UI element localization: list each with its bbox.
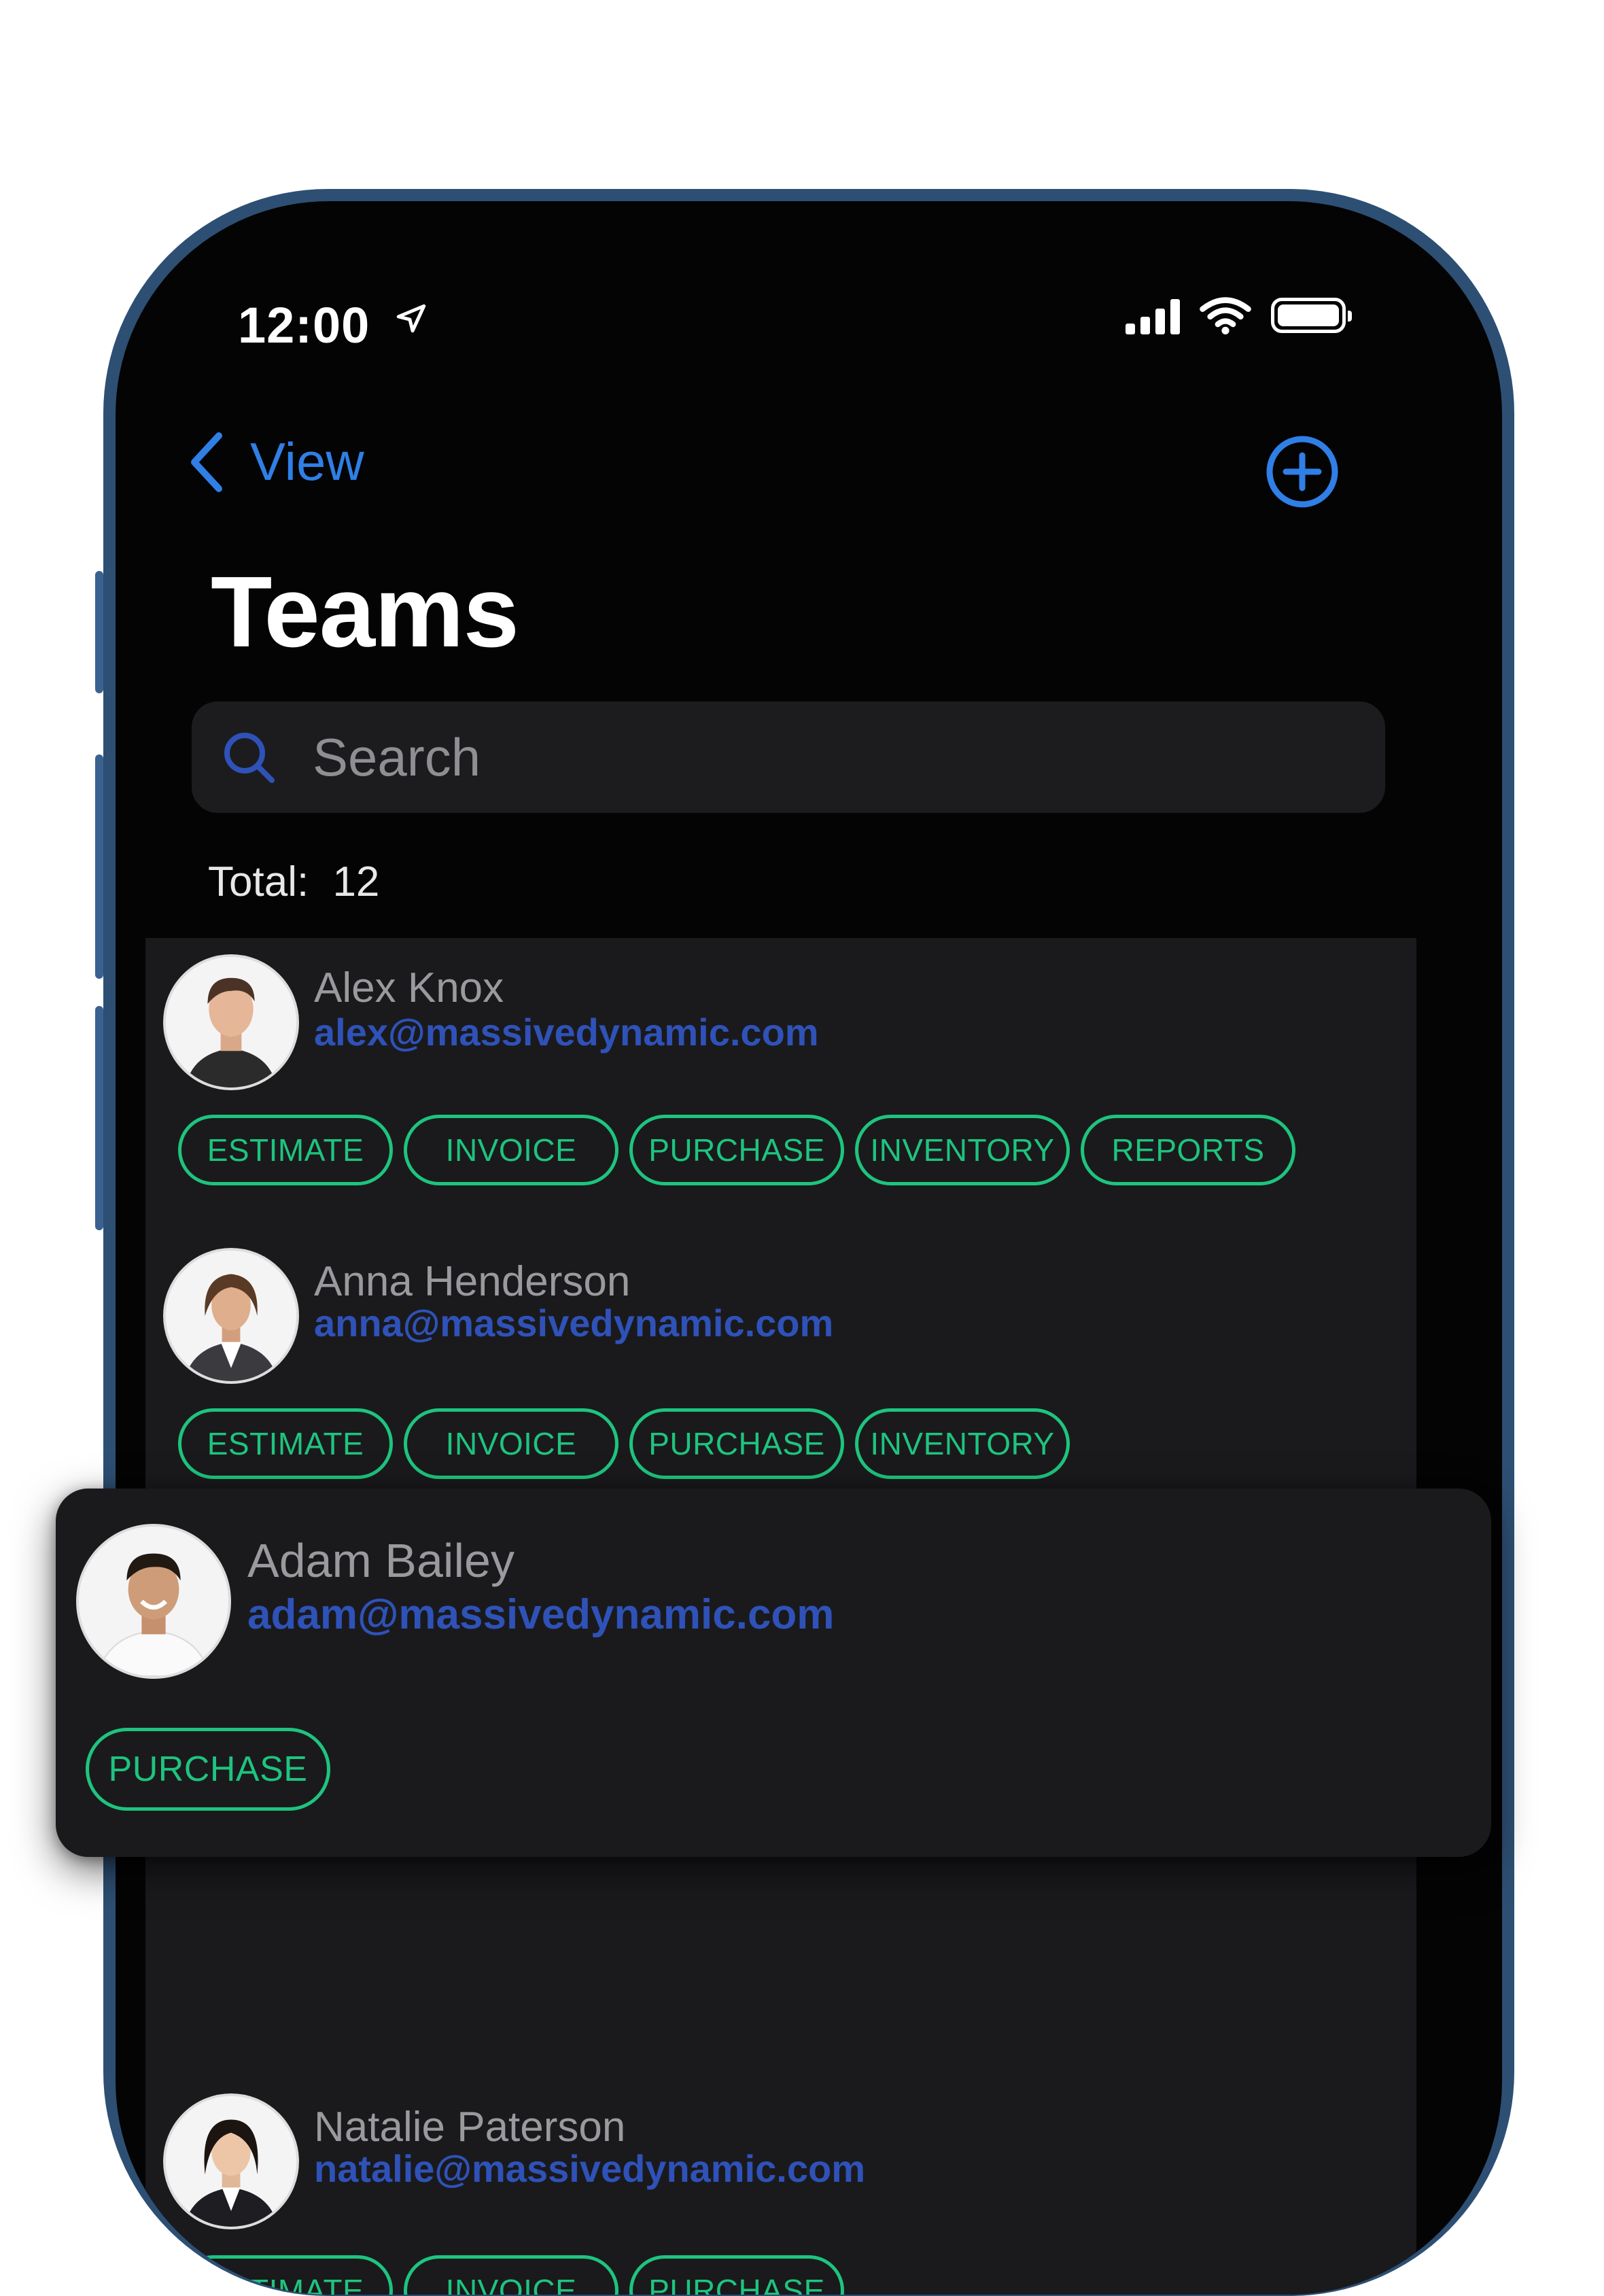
tag-purchase[interactable]: PURCHASE bbox=[86, 1728, 330, 1811]
member-email[interactable]: adam@massivedynamic.com bbox=[247, 1590, 834, 1639]
tag-purchase[interactable]: PURCHASE bbox=[629, 1408, 844, 1479]
member-email[interactable]: anna@massivedynamic.com bbox=[314, 1301, 833, 1345]
member-email[interactable]: alex@massivedynamic.com bbox=[314, 1010, 819, 1054]
member-name: Natalie Paterson bbox=[314, 2104, 626, 2151]
permission-tags: PURCHASE bbox=[86, 1728, 330, 1811]
search-bar[interactable] bbox=[192, 701, 1385, 813]
tag-estimate[interactable]: ESTIMATE bbox=[178, 1408, 393, 1479]
back-button-label: View bbox=[250, 432, 364, 491]
avatar bbox=[163, 2093, 299, 2229]
dragged-list-item[interactable]: Adam Bailey adam@massivedynamic.com PURC… bbox=[56, 1489, 1491, 1857]
phone-screen: 12:00 View Teams Total: bbox=[116, 201, 1502, 2295]
tag-purchase[interactable]: PURCHASE bbox=[629, 2255, 844, 2295]
tag-purchase[interactable]: PURCHASE bbox=[629, 1115, 844, 1185]
chevron-left-icon bbox=[191, 432, 222, 492]
phone-side-button bbox=[95, 571, 103, 693]
location-arrow-icon bbox=[396, 304, 426, 333]
status-time: 12:00 bbox=[238, 297, 370, 353]
battery-icon bbox=[1271, 298, 1352, 333]
tag-invoice[interactable]: INVOICE bbox=[404, 1115, 618, 1185]
back-button[interactable]: View bbox=[188, 431, 364, 493]
tag-reports[interactable]: REPORTS bbox=[1081, 1115, 1295, 1185]
wifi-icon bbox=[1200, 297, 1251, 334]
avatar-photo bbox=[166, 2096, 296, 2227]
permission-tags: ESTIMATE INVOICE PURCHASE INVENTORY bbox=[178, 1408, 1070, 1479]
member-name: Anna Henderson bbox=[314, 1258, 631, 1305]
permission-tags: ESTIMATE INVOICE PURCHASE bbox=[178, 2255, 844, 2295]
avatar bbox=[163, 1248, 299, 1384]
tag-estimate[interactable]: ESTIMATE bbox=[178, 1115, 393, 1185]
phone-volume-up-button bbox=[95, 754, 103, 979]
search-input[interactable] bbox=[311, 725, 1266, 789]
member-name: Adam Bailey bbox=[247, 1534, 515, 1587]
avatar-photo bbox=[79, 1527, 228, 1676]
signal-icon bbox=[1126, 296, 1180, 334]
add-circle-icon[interactable] bbox=[1264, 434, 1340, 510]
tag-inventory[interactable]: INVENTORY bbox=[855, 1408, 1070, 1479]
tag-inventory[interactable]: INVENTORY bbox=[855, 1115, 1070, 1185]
member-email[interactable]: natalie@massivedynamic.com bbox=[314, 2146, 865, 2191]
avatar-photo bbox=[166, 1251, 296, 1381]
search-icon bbox=[224, 733, 275, 783]
page-title: Teams bbox=[211, 556, 519, 668]
total-count: Total: 12 bbox=[208, 858, 379, 906]
avatar bbox=[163, 954, 299, 1090]
total-label: Total: bbox=[208, 858, 309, 905]
tag-invoice[interactable]: INVOICE bbox=[404, 2255, 618, 2295]
tag-estimate[interactable]: ESTIMATE bbox=[178, 2255, 393, 2295]
avatar-photo bbox=[166, 957, 296, 1088]
avatar bbox=[76, 1524, 231, 1679]
total-value: 12 bbox=[332, 858, 380, 905]
status-indicators bbox=[1126, 296, 1352, 334]
permission-tags: ESTIMATE INVOICE PURCHASE INVENTORY REPO… bbox=[178, 1115, 1295, 1185]
phone-volume-down-button bbox=[95, 1006, 103, 1230]
tag-invoice[interactable]: INVOICE bbox=[404, 1408, 618, 1479]
member-name: Alex Knox bbox=[314, 964, 504, 1011]
